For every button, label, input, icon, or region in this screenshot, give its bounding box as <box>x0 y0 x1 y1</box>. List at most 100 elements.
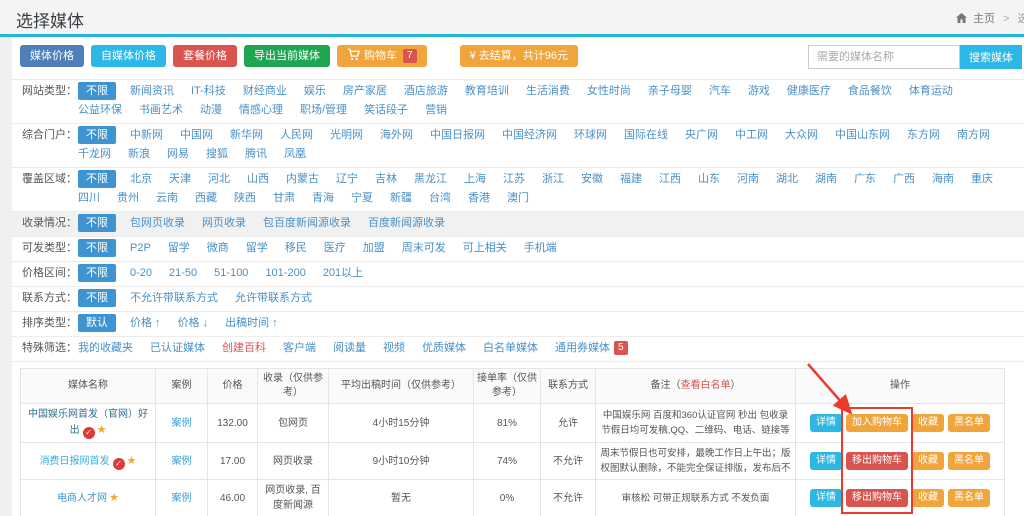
filter-option[interactable]: 房产家居 <box>343 82 387 101</box>
filter-option[interactable]: 包网页收录 <box>130 214 185 233</box>
filter-option[interactable]: 体育运动 <box>909 82 953 101</box>
filter-option[interactable]: 情感心理 <box>239 101 283 120</box>
filter-option[interactable]: 中国网 <box>180 126 213 145</box>
media-name-link[interactable]: 消费日报网首发 <box>40 456 110 467</box>
filter-option[interactable]: 河北 <box>208 170 230 189</box>
filter-option[interactable]: 国际在线 <box>624 126 668 145</box>
remove-from-cart-button[interactable]: 移出购物车 <box>846 489 908 507</box>
filter-option[interactable]: 营销 <box>425 101 447 120</box>
filter-option[interactable]: 中国经济网 <box>502 126 557 145</box>
filter-option[interactable]: 留学 <box>246 239 268 258</box>
filter-option[interactable]: 21-50 <box>169 264 197 283</box>
filter-option[interactable]: 陕西 <box>234 189 256 208</box>
filter-option[interactable]: 书画艺术 <box>139 101 183 120</box>
breadcrumb-home-link[interactable]: 主页 <box>973 13 995 25</box>
filter-option[interactable]: 新闻资讯 <box>130 82 174 101</box>
filter-option[interactable]: 101-200 <box>265 264 305 283</box>
filter-option[interactable]: 0-20 <box>130 264 152 283</box>
filter-option[interactable]: 生活消费 <box>526 82 570 101</box>
filter-option[interactable]: 广东 <box>854 170 876 189</box>
filter-option[interactable]: 青海 <box>312 189 334 208</box>
filter-option[interactable]: 台湾 <box>429 189 451 208</box>
favorite-button[interactable]: 收藏 <box>912 452 944 470</box>
filter-option[interactable]: 辽宁 <box>336 170 358 189</box>
filter-chip-selected[interactable]: 不限 <box>78 264 116 282</box>
filter-option[interactable]: 视频 <box>383 339 405 358</box>
filter-option[interactable]: 中国山东网 <box>835 126 890 145</box>
checkout-button[interactable]: ¥ 去结算，共计96元 <box>460 45 578 67</box>
filter-option[interactable]: 51-100 <box>214 264 248 283</box>
filter-option[interactable]: 加盟 <box>363 239 385 258</box>
search-input[interactable] <box>808 45 960 69</box>
filter-option[interactable]: 中新网 <box>130 126 163 145</box>
filter-option[interactable]: 东方网 <box>907 126 940 145</box>
filter-option[interactable]: 海南 <box>932 170 954 189</box>
filter-option[interactable]: 客户端 <box>283 339 316 358</box>
filter-option[interactable]: 甘肃 <box>273 189 295 208</box>
filter-option[interactable]: 价格 ↑ <box>130 314 161 333</box>
filter-option[interactable]: 职场/管理 <box>300 101 347 120</box>
filter-option[interactable]: 酒店旅游 <box>404 82 448 101</box>
filter-option[interactable]: 光明网 <box>330 126 363 145</box>
filter-option[interactable]: 河南 <box>737 170 759 189</box>
filter-option[interactable]: 出稿时间 ↑ <box>225 314 278 333</box>
filter-option[interactable]: 医疗 <box>324 239 346 258</box>
filter-option[interactable]: 环球网 <box>574 126 607 145</box>
case-link[interactable]: 案例 <box>172 456 192 467</box>
filter-option[interactable]: 天津 <box>169 170 191 189</box>
filter-option[interactable]: 网易 <box>167 145 189 164</box>
remove-from-cart-button[interactable]: 移出购物车 <box>846 452 908 470</box>
filter-chip-selected[interactable]: 不限 <box>78 126 116 144</box>
filter-option[interactable]: 四川 <box>78 189 100 208</box>
filter-option[interactable]: 价格 ↓ <box>178 314 209 333</box>
filter-option[interactable]: 吉林 <box>375 170 397 189</box>
filter-option[interactable]: 湖北 <box>776 170 798 189</box>
filter-option[interactable]: 重庆 <box>971 170 993 189</box>
case-link[interactable]: 案例 <box>172 418 192 429</box>
filter-option[interactable]: 江苏 <box>503 170 525 189</box>
media-price-button[interactable]: 媒体价格 <box>20 45 84 67</box>
filter-option[interactable]: 云南 <box>156 189 178 208</box>
filter-option[interactable]: 新华网 <box>230 126 263 145</box>
filter-option[interactable]: 安徽 <box>581 170 603 189</box>
filter-option[interactable]: 西藏 <box>195 189 217 208</box>
filter-option[interactable]: 食品餐饮 <box>848 82 892 101</box>
filter-option[interactable]: 动漫 <box>200 101 222 120</box>
filter-option[interactable]: 上海 <box>464 170 486 189</box>
filter-option[interactable]: 广西 <box>893 170 915 189</box>
filter-option[interactable]: 健康医疗 <box>787 82 831 101</box>
filter-option[interactable]: 手机端 <box>524 239 557 258</box>
filter-option[interactable]: 可上相关 <box>463 239 507 258</box>
filter-option[interactable]: 微商 <box>207 239 229 258</box>
detail-button[interactable]: 详情 <box>810 489 842 507</box>
detail-button[interactable]: 详情 <box>810 414 842 432</box>
filter-option[interactable]: 教育培训 <box>465 82 509 101</box>
filter-option[interactable]: 山西 <box>247 170 269 189</box>
filter-option[interactable]: 网页收录 <box>202 214 246 233</box>
filter-option[interactable]: 笑话段子 <box>364 101 408 120</box>
filter-option[interactable]: 移民 <box>285 239 307 258</box>
filter-option[interactable]: 凤凰 <box>284 145 306 164</box>
case-link[interactable]: 案例 <box>172 493 192 504</box>
filter-option[interactable]: 千龙网 <box>78 145 111 164</box>
filter-chip-selected[interactable]: 不限 <box>78 170 116 188</box>
filter-option[interactable]: 白名单媒体 <box>483 339 538 358</box>
blacklist-button[interactable]: 黑名单 <box>948 489 990 507</box>
filter-option[interactable]: 汽车 <box>709 82 731 101</box>
filter-chip-selected[interactable]: 不限 <box>78 214 116 232</box>
filter-option[interactable]: 中工网 <box>735 126 768 145</box>
filter-option[interactable]: IT-科技 <box>191 82 226 101</box>
filter-option[interactable]: 南方网 <box>957 126 990 145</box>
filter-option[interactable]: P2P <box>130 239 151 258</box>
filter-option[interactable]: 香港 <box>468 189 490 208</box>
self-media-price-button[interactable]: 自媒体价格 <box>91 45 166 67</box>
filter-option[interactable]: 允许带联系方式 <box>235 289 312 308</box>
blacklist-button[interactable]: 黑名单 <box>948 414 990 432</box>
add-to-cart-button[interactable]: 加入购物车 <box>846 414 908 432</box>
export-current-media-button[interactable]: 导出当前媒体 <box>244 45 330 67</box>
filter-chip-selected[interactable]: 默认 <box>78 314 116 332</box>
favorite-button[interactable]: 收藏 <box>912 414 944 432</box>
filter-option[interactable]: 通用券媒体5 <box>555 339 628 358</box>
package-price-button[interactable]: 套餐价格 <box>173 45 237 67</box>
filter-option[interactable]: 百度新闻源收录 <box>368 214 445 233</box>
